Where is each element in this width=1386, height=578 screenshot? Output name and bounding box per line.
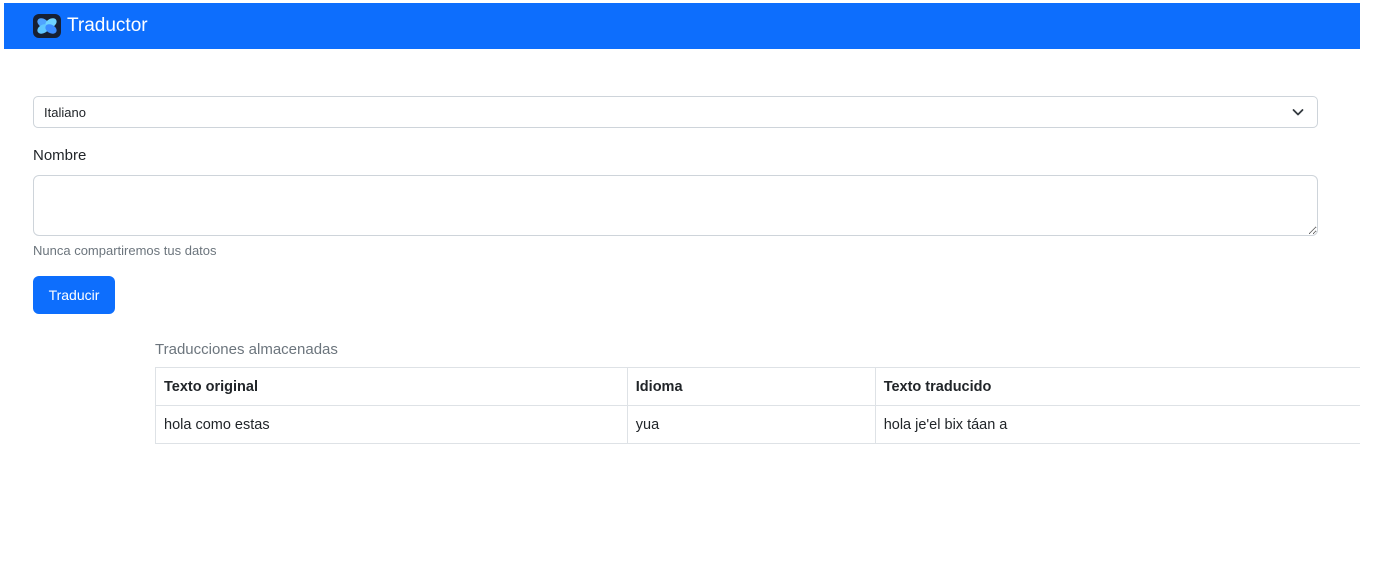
translate-button[interactable]: Traducir	[33, 276, 115, 314]
table-row: hola como estas yua hola je'el bix táan …	[155, 405, 1360, 444]
translate-logo-icon[interactable]	[33, 14, 61, 38]
name-textarea[interactable]	[33, 175, 1318, 236]
cell-original-text: hola como estas	[155, 405, 628, 444]
header-language: Idioma	[626, 367, 876, 406]
language-select-value: Italiano	[44, 104, 86, 120]
help-text: Nunca compartiremos tus datos	[33, 243, 217, 258]
navbar: Traductor	[4, 3, 1360, 49]
translations-table: Texto original Idioma Texto traducido ho…	[155, 367, 1360, 444]
cell-translated-text: hola je'el bix táan a	[874, 405, 1360, 444]
header-original-text: Texto original	[155, 367, 628, 406]
cell-language: yua	[626, 405, 876, 444]
table-header-row: Texto original Idioma Texto traducido	[155, 367, 1360, 406]
chevron-down-icon	[1291, 105, 1305, 122]
name-label: Nombre	[33, 147, 87, 164]
table-caption: Traducciones almacenadas	[155, 341, 338, 358]
header-translated-text: Texto traducido	[874, 367, 1360, 406]
language-select[interactable]: Italiano	[33, 96, 1318, 128]
brand-title[interactable]: Traductor	[67, 14, 148, 38]
